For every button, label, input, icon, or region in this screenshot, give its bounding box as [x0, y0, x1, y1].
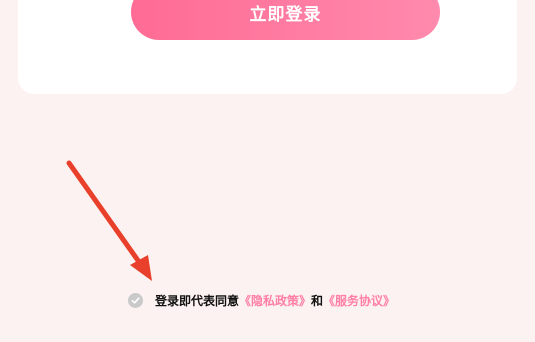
checkmark-icon — [131, 296, 140, 304]
privacy-policy-link[interactable]: 《隐私政策》 — [239, 292, 311, 309]
arrow-annotation-icon — [66, 160, 152, 281]
check-circle-icon[interactable] — [128, 292, 143, 308]
login-button[interactable]: 立即登录 — [131, 0, 440, 40]
terms-of-service-link[interactable]: 《服务协议》 — [323, 292, 395, 309]
agreement-row: 登录即代表同意 《隐私政策》 和 《服务协议》 — [128, 290, 395, 310]
login-card: 立即登录 — [18, 0, 517, 94]
agreement-prefix: 登录即代表同意 — [155, 293, 240, 308]
agreement-conjunction: 和 — [311, 293, 324, 308]
